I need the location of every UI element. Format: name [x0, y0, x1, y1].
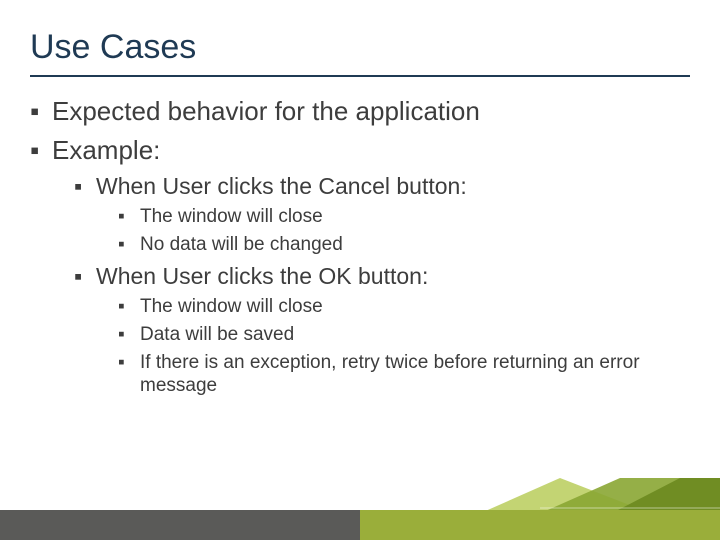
slide: Use Cases Expected behavior for the appl… [0, 0, 720, 540]
slide-title: Use Cases [0, 0, 720, 75]
list-item: When User clicks the Cancel button: The … [74, 172, 690, 256]
list-item-label: Example: [52, 135, 160, 165]
list-item: No data will be changed [118, 233, 690, 257]
list-item-label: When User clicks the OK button: [96, 263, 428, 289]
list-item: The window will close [118, 205, 690, 229]
footer-graphic [0, 478, 720, 540]
list-item: Example: When User clicks the Cancel but… [30, 134, 690, 399]
footer-accent-icon [360, 478, 720, 540]
list-item: Data will be saved [118, 323, 690, 347]
list-item: Expected behavior for the application [30, 95, 690, 128]
list-item: When User clicks the OK button: The wind… [74, 262, 690, 398]
slide-content: Expected behavior for the application Ex… [0, 95, 720, 398]
list-item-label: When User clicks the Cancel button: [96, 173, 467, 199]
list-item: The window will close [118, 295, 690, 319]
title-rule [30, 75, 690, 77]
list-item: If there is an exception, retry twice be… [118, 351, 690, 399]
